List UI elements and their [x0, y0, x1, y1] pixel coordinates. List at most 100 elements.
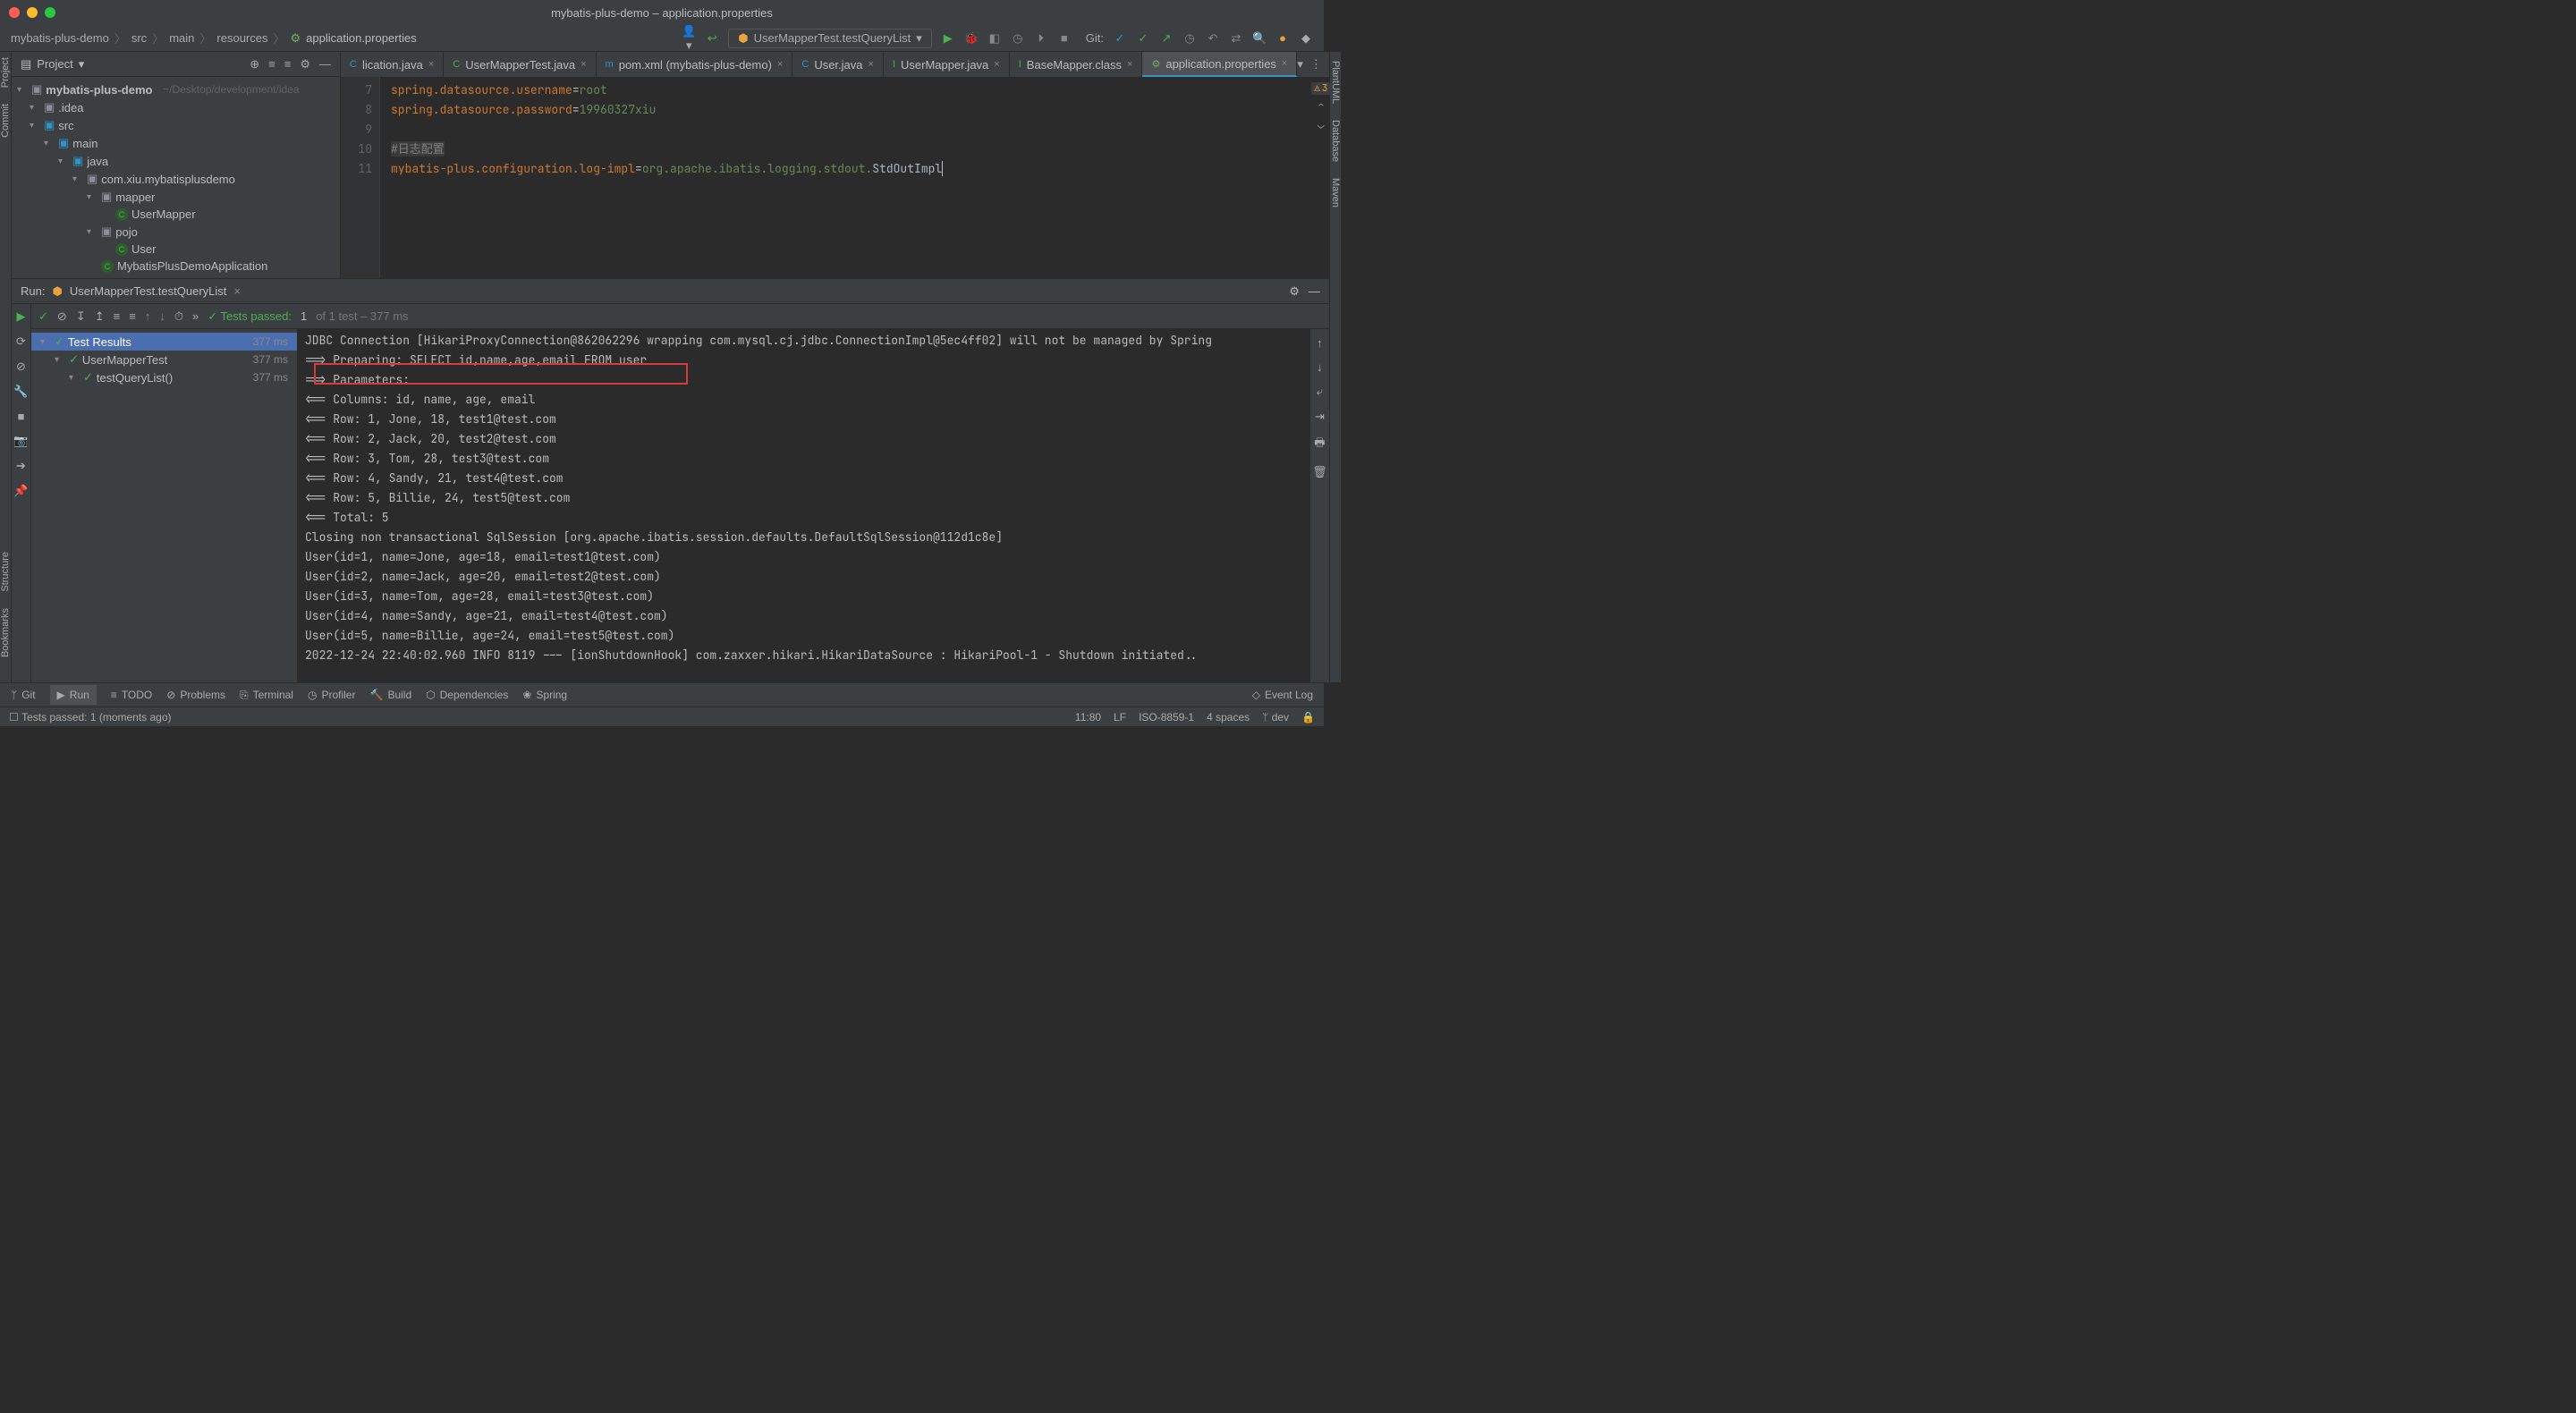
pin-icon[interactable]: 📌 — [13, 484, 28, 498]
tree-item[interactable]: ▾▣java — [12, 152, 340, 170]
project-label[interactable]: Project — [37, 57, 72, 71]
coverage-icon[interactable]: ◧ — [987, 31, 1002, 46]
bottom-tab-terminal[interactable]: ⎘Terminal — [240, 689, 293, 702]
editor-tab[interactable]: Clication.java× — [341, 52, 444, 77]
test-tree-item[interactable]: ▾✓testQueryList()377 ms — [31, 368, 297, 386]
expand-icon[interactable]: ≡ — [114, 309, 121, 323]
editor-tab[interactable]: CUserMapperTest.java× — [444, 52, 596, 77]
bottom-tab-spring[interactable]: ❀Spring — [522, 689, 567, 701]
sort-down-icon[interactable]: ↧ — [76, 309, 86, 324]
stop-run-icon[interactable]: ■ — [18, 410, 25, 423]
warnings-badge[interactable]: ⚠3 — [1311, 82, 1330, 95]
bookmarks-tool-tab[interactable]: Bookmarks — [0, 608, 11, 657]
select-opened-icon[interactable]: ⊕ — [250, 57, 259, 72]
project-tool-tab[interactable]: Project — [0, 57, 11, 88]
editor-tab[interactable]: IBaseMapper.class× — [1010, 52, 1143, 77]
minimize-window[interactable] — [27, 7, 38, 18]
sort-up-icon[interactable]: ↥ — [95, 309, 105, 324]
settings-icon[interactable]: ⚙ — [300, 57, 310, 72]
tree-item[interactable]: ▾▣main — [12, 134, 340, 152]
run-icon[interactable]: ▶ — [941, 31, 955, 46]
bottom-tab-problems[interactable]: ⊘Problems — [166, 689, 225, 701]
maven-tab[interactable]: Maven — [1330, 178, 1341, 207]
exit-icon[interactable]: ➔ — [16, 459, 26, 473]
toolbox-icon[interactable]: ◆ — [1299, 31, 1313, 46]
run-settings-icon[interactable]: ⚙ — [1289, 284, 1300, 299]
tree-item[interactable]: CUser — [12, 241, 340, 258]
bottom-tab-git[interactable]: ᛘGit — [11, 689, 36, 701]
block-icon[interactable]: ⊘ — [57, 309, 67, 324]
stop-icon[interactable]: ■ — [1057, 31, 1072, 45]
next-icon[interactable]: ↓ — [159, 309, 165, 323]
test-tree-item[interactable]: ▾✓UserMapperTest377 ms — [31, 351, 297, 368]
rerun-icon[interactable]: ▶ — [17, 309, 26, 324]
tree-item[interactable]: ▾▣pojo — [12, 223, 340, 241]
tree-item[interactable]: CMybatisPlusDemoApplication — [12, 258, 340, 275]
vcs-push-icon[interactable]: ↗ — [1159, 31, 1174, 46]
tree-item[interactable]: ▾▣com.xiu.mybatisplusdemo — [12, 170, 340, 188]
editor-tab[interactable]: CUser.java× — [792, 52, 884, 77]
plantuml-tab[interactable]: PlantUML — [1330, 61, 1341, 104]
tree-item[interactable]: ▾▣.idea — [12, 98, 340, 116]
collapse-icon[interactable]: ≡ — [129, 309, 136, 323]
scroll-down-icon[interactable]: ↓ — [1317, 360, 1323, 374]
scroll-end-icon[interactable]: ⇥ — [1315, 410, 1325, 424]
editor-tab[interactable]: IUserMapper.java× — [884, 52, 1010, 77]
bottom-tab-dependencies[interactable]: ⬡Dependencies — [426, 689, 508, 701]
ide-icon[interactable]: ● — [1275, 31, 1290, 45]
editor-tab[interactable]: ⚙application.properties× — [1142, 52, 1297, 77]
test-tree-item[interactable]: ▾✓Test Results377 ms — [31, 333, 297, 351]
toggle-tests-icon[interactable]: ⟳ — [16, 334, 26, 349]
prev-icon[interactable]: ↑ — [145, 309, 151, 323]
filter-icon[interactable]: ⊘ — [16, 360, 26, 374]
translate-icon[interactable]: ⇄ — [1229, 31, 1243, 46]
soft-wrap-icon[interactable]: ⤶ — [1317, 385, 1323, 399]
clear-icon[interactable]: 🗑 — [1312, 465, 1327, 479]
profile-icon[interactable]: ◷ — [1011, 31, 1025, 46]
back-arrow-icon[interactable]: ↩ — [705, 31, 719, 46]
tree-item[interactable]: CUserMapper — [12, 206, 340, 223]
bottom-tab-todo[interactable]: ≡TODO — [111, 689, 152, 701]
attach-icon[interactable]: ⏵ — [1034, 31, 1048, 46]
search-icon[interactable]: 🔍 — [1252, 31, 1267, 46]
bottom-tab-run[interactable]: ▶Run — [50, 685, 97, 705]
check-icon[interactable]: ✓ — [38, 309, 48, 324]
event-log[interactable]: ◇ Event Log — [1252, 689, 1313, 701]
history-icon[interactable]: ◷ — [1182, 31, 1197, 46]
bottom-tab-build[interactable]: 🔨Build — [369, 689, 411, 701]
breadcrumb[interactable]: mybatis-plus-demo〉 src〉 main〉 resources〉… — [11, 30, 417, 47]
editor-tab[interactable]: mpom.xml (mybatis-plus-demo)× — [597, 52, 793, 77]
tree-item[interactable]: ▾▣mapper — [12, 188, 340, 206]
dump-icon[interactable]: 📷 — [13, 434, 28, 448]
close-window[interactable] — [9, 7, 20, 18]
run-configuration-selector[interactable]: ⬢UserMapperTest.testQueryList▾ — [728, 29, 931, 48]
vcs-commit-icon[interactable]: ✓ — [1136, 31, 1150, 46]
code-editor[interactable]: 7891011 spring.datasource.username=roots… — [341, 77, 1329, 278]
hide-icon[interactable]: — — [319, 57, 331, 72]
tabs-dropdown-icon[interactable]: ▾ — [1297, 57, 1303, 72]
vcs-update-icon[interactable]: ✓ — [1113, 31, 1127, 46]
test-tree[interactable]: ▾✓Test Results377 ms▾✓UserMapperTest377 … — [31, 329, 298, 682]
scroll-up-icon[interactable]: ↑ — [1317, 336, 1323, 350]
rollback-icon[interactable]: ↶ — [1206, 31, 1220, 46]
tabs-more-icon[interactable]: ⋮ — [1310, 57, 1322, 72]
export-icon[interactable]: ⏱ — [174, 309, 183, 324]
user-icon[interactable]: 👤▾ — [682, 24, 696, 53]
print-icon[interactable]: 🖶 — [1314, 435, 1325, 454]
database-tab[interactable]: Database — [1330, 120, 1341, 162]
console-output[interactable]: JDBC Connection [HikariProxyConnection@8… — [298, 329, 1309, 682]
bottom-tab-profiler[interactable]: ◷Profiler — [308, 689, 356, 701]
project-tree[interactable]: ▾▣mybatis-plus-demo ~/Desktop/developmen… — [12, 77, 340, 278]
tree-item[interactable]: ▾▣src — [12, 116, 340, 134]
structure-tool-tab[interactable]: Structure — [0, 552, 11, 592]
lock-icon[interactable]: 🔒 — [1301, 711, 1315, 723]
commit-tool-tab[interactable]: Commit — [0, 104, 11, 138]
collapse-all-icon[interactable]: ≡ — [284, 57, 292, 72]
wrench-icon[interactable]: 🔧 — [13, 385, 28, 399]
expand-up-icon[interactable]: ⌃ — [1318, 98, 1325, 114]
maximize-window[interactable] — [45, 7, 55, 18]
run-hide-icon[interactable]: — — [1309, 284, 1320, 299]
expand-all-icon[interactable]: ≡ — [268, 57, 275, 72]
debug-icon[interactable]: 🐞 — [964, 31, 979, 46]
expand-down-icon[interactable]: ⌄ — [1318, 117, 1325, 132]
